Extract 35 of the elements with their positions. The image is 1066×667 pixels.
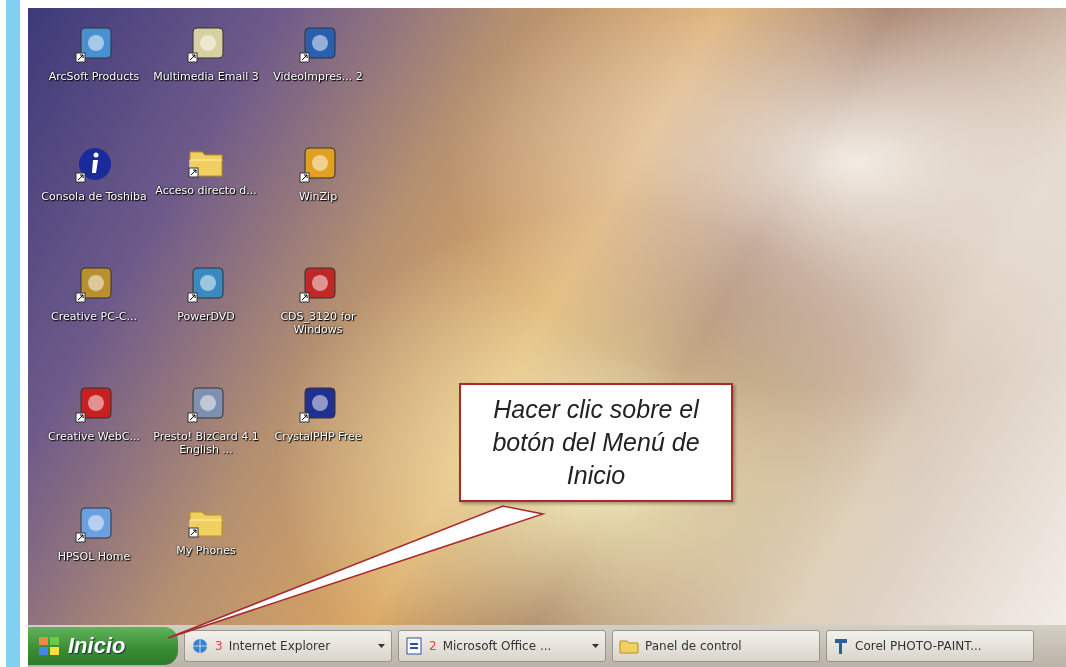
desktop-icon-label[interactable]: Multimedia Email 3	[153, 70, 259, 83]
app-shortcut-icon	[75, 506, 113, 544]
desktop-icon-label[interactable]: Creative WebC...	[48, 430, 140, 443]
globe-icon	[191, 637, 209, 655]
taskbar-button[interactable]: Panel de control	[612, 630, 820, 662]
folder-icon	[619, 638, 639, 654]
desktop-icon-label[interactable]: CDS_3120 for Windows	[264, 310, 372, 336]
desktop-icon-label[interactable]: VideoImpres... 2	[273, 70, 363, 83]
desktop-icon-label[interactable]: Acceso directo d...	[155, 184, 257, 197]
app-shortcut-icon	[75, 266, 113, 304]
desktop-icon-label[interactable]: Presto! BizCard 4.1 English ...	[152, 430, 260, 456]
taskbar-button[interactable]: 3 Internet Explorer	[184, 630, 392, 662]
app-shortcut-icon	[187, 26, 225, 64]
taskbar-button[interactable]: Corel PHOTO-PAINT...	[826, 630, 1034, 662]
desktop-icon-label[interactable]: ArcSoft Products	[48, 70, 140, 83]
document-icon	[405, 637, 423, 655]
start-button[interactable]: Inicio	[28, 627, 178, 665]
windows-logo-icon	[38, 636, 60, 656]
desktop-icon-label[interactable]: HPSOL Home	[57, 550, 131, 563]
desktop-icon-label[interactable]: My Phones	[176, 544, 236, 557]
taskbar-button[interactable]: 2 Microsoft Office ...	[398, 630, 606, 662]
info-icon	[75, 146, 113, 184]
app-shortcut-icon	[75, 386, 113, 424]
desktop-icon-label[interactable]: Creative PC-C...	[50, 310, 138, 323]
app-shortcut-icon	[187, 386, 225, 424]
callout-box: Hacer clic sobre el botón del Menú de Inicio	[459, 383, 733, 502]
app-shortcut-icon	[299, 26, 337, 64]
app-shortcut-icon	[75, 26, 113, 64]
app-shortcut-icon	[299, 386, 337, 424]
desktop-icon-label[interactable]: WinZip	[298, 190, 338, 203]
desktop-icon-label[interactable]: Consola de Toshiba	[41, 190, 147, 203]
app-shortcut-icon	[299, 266, 337, 304]
desktop-icon-label[interactable]: PowerDVD	[177, 310, 235, 323]
app-shortcut-icon	[299, 146, 337, 184]
app-shortcut-icon	[187, 266, 225, 304]
